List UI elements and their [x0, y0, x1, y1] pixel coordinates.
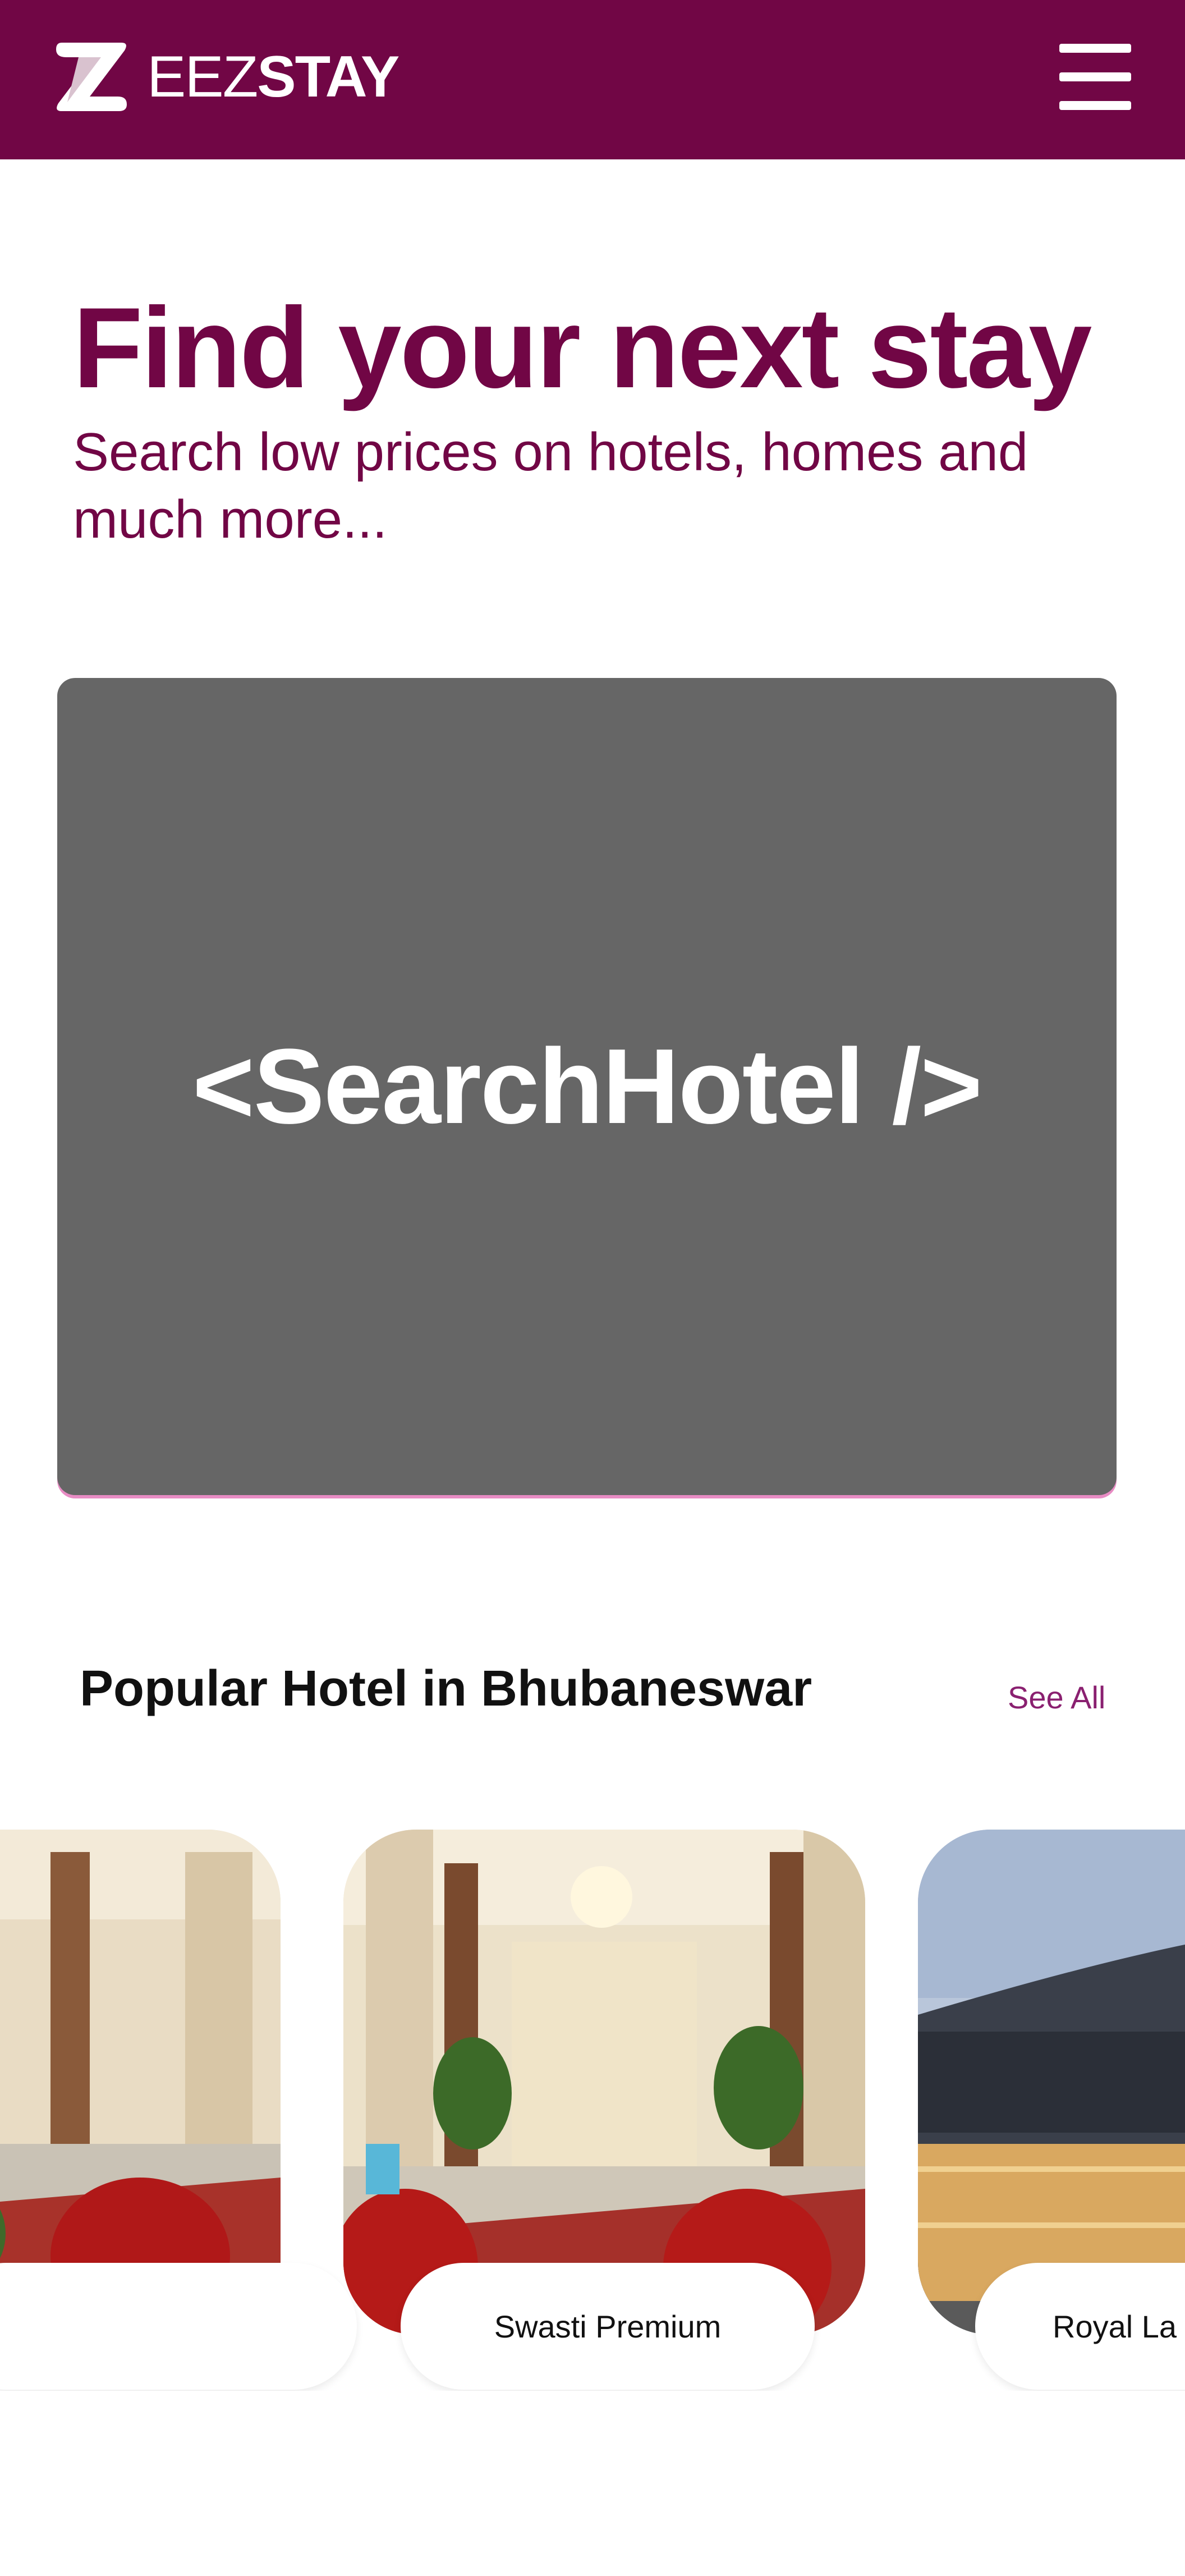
brand-name-light: EEZ	[147, 44, 258, 109]
hotel-name: Swasti Premium	[401, 2263, 815, 2390]
hero-subtitle: Search low prices on hotels, homes and m…	[73, 422, 1028, 549]
menu-bar	[1059, 44, 1131, 53]
brand-name-bold: STAY	[257, 44, 399, 109]
brand-wordmark[interactable]: EEZ STAY	[147, 44, 399, 109]
menu-bar	[1059, 101, 1131, 110]
hotel-card[interactable]: air	[0, 1830, 357, 2390]
search-hotel-placeholder[interactable]: <SearchHotel />	[57, 678, 1117, 1495]
hero-title: Find your next stay	[73, 284, 1092, 412]
hotel-image	[343, 1830, 865, 2335]
menu-bar	[1059, 72, 1131, 81]
hotel-name: air	[0, 2263, 357, 2390]
see-all-link[interactable]: See All	[1008, 1678, 1105, 1717]
hotel-carousel[interactable]: air Swasti Premium	[0, 1830, 1185, 2391]
hamburger-menu-icon[interactable]	[1059, 44, 1133, 110]
section-title: Popular Hotel in Bhubaneswar	[80, 1661, 812, 1717]
hotel-name: Royal La	[975, 2263, 1185, 2390]
hotel-card[interactable]: Royal La	[918, 1830, 1185, 2390]
hotel-image	[918, 1830, 1185, 2335]
app-header: EEZ STAY	[0, 0, 1185, 159]
search-hotel-label: <SearchHotel />	[192, 1027, 982, 1146]
hotel-card[interactable]: Swasti Premium	[343, 1830, 865, 2390]
hotel-image	[0, 1830, 281, 2335]
logo-z-icon[interactable]	[50, 37, 132, 116]
